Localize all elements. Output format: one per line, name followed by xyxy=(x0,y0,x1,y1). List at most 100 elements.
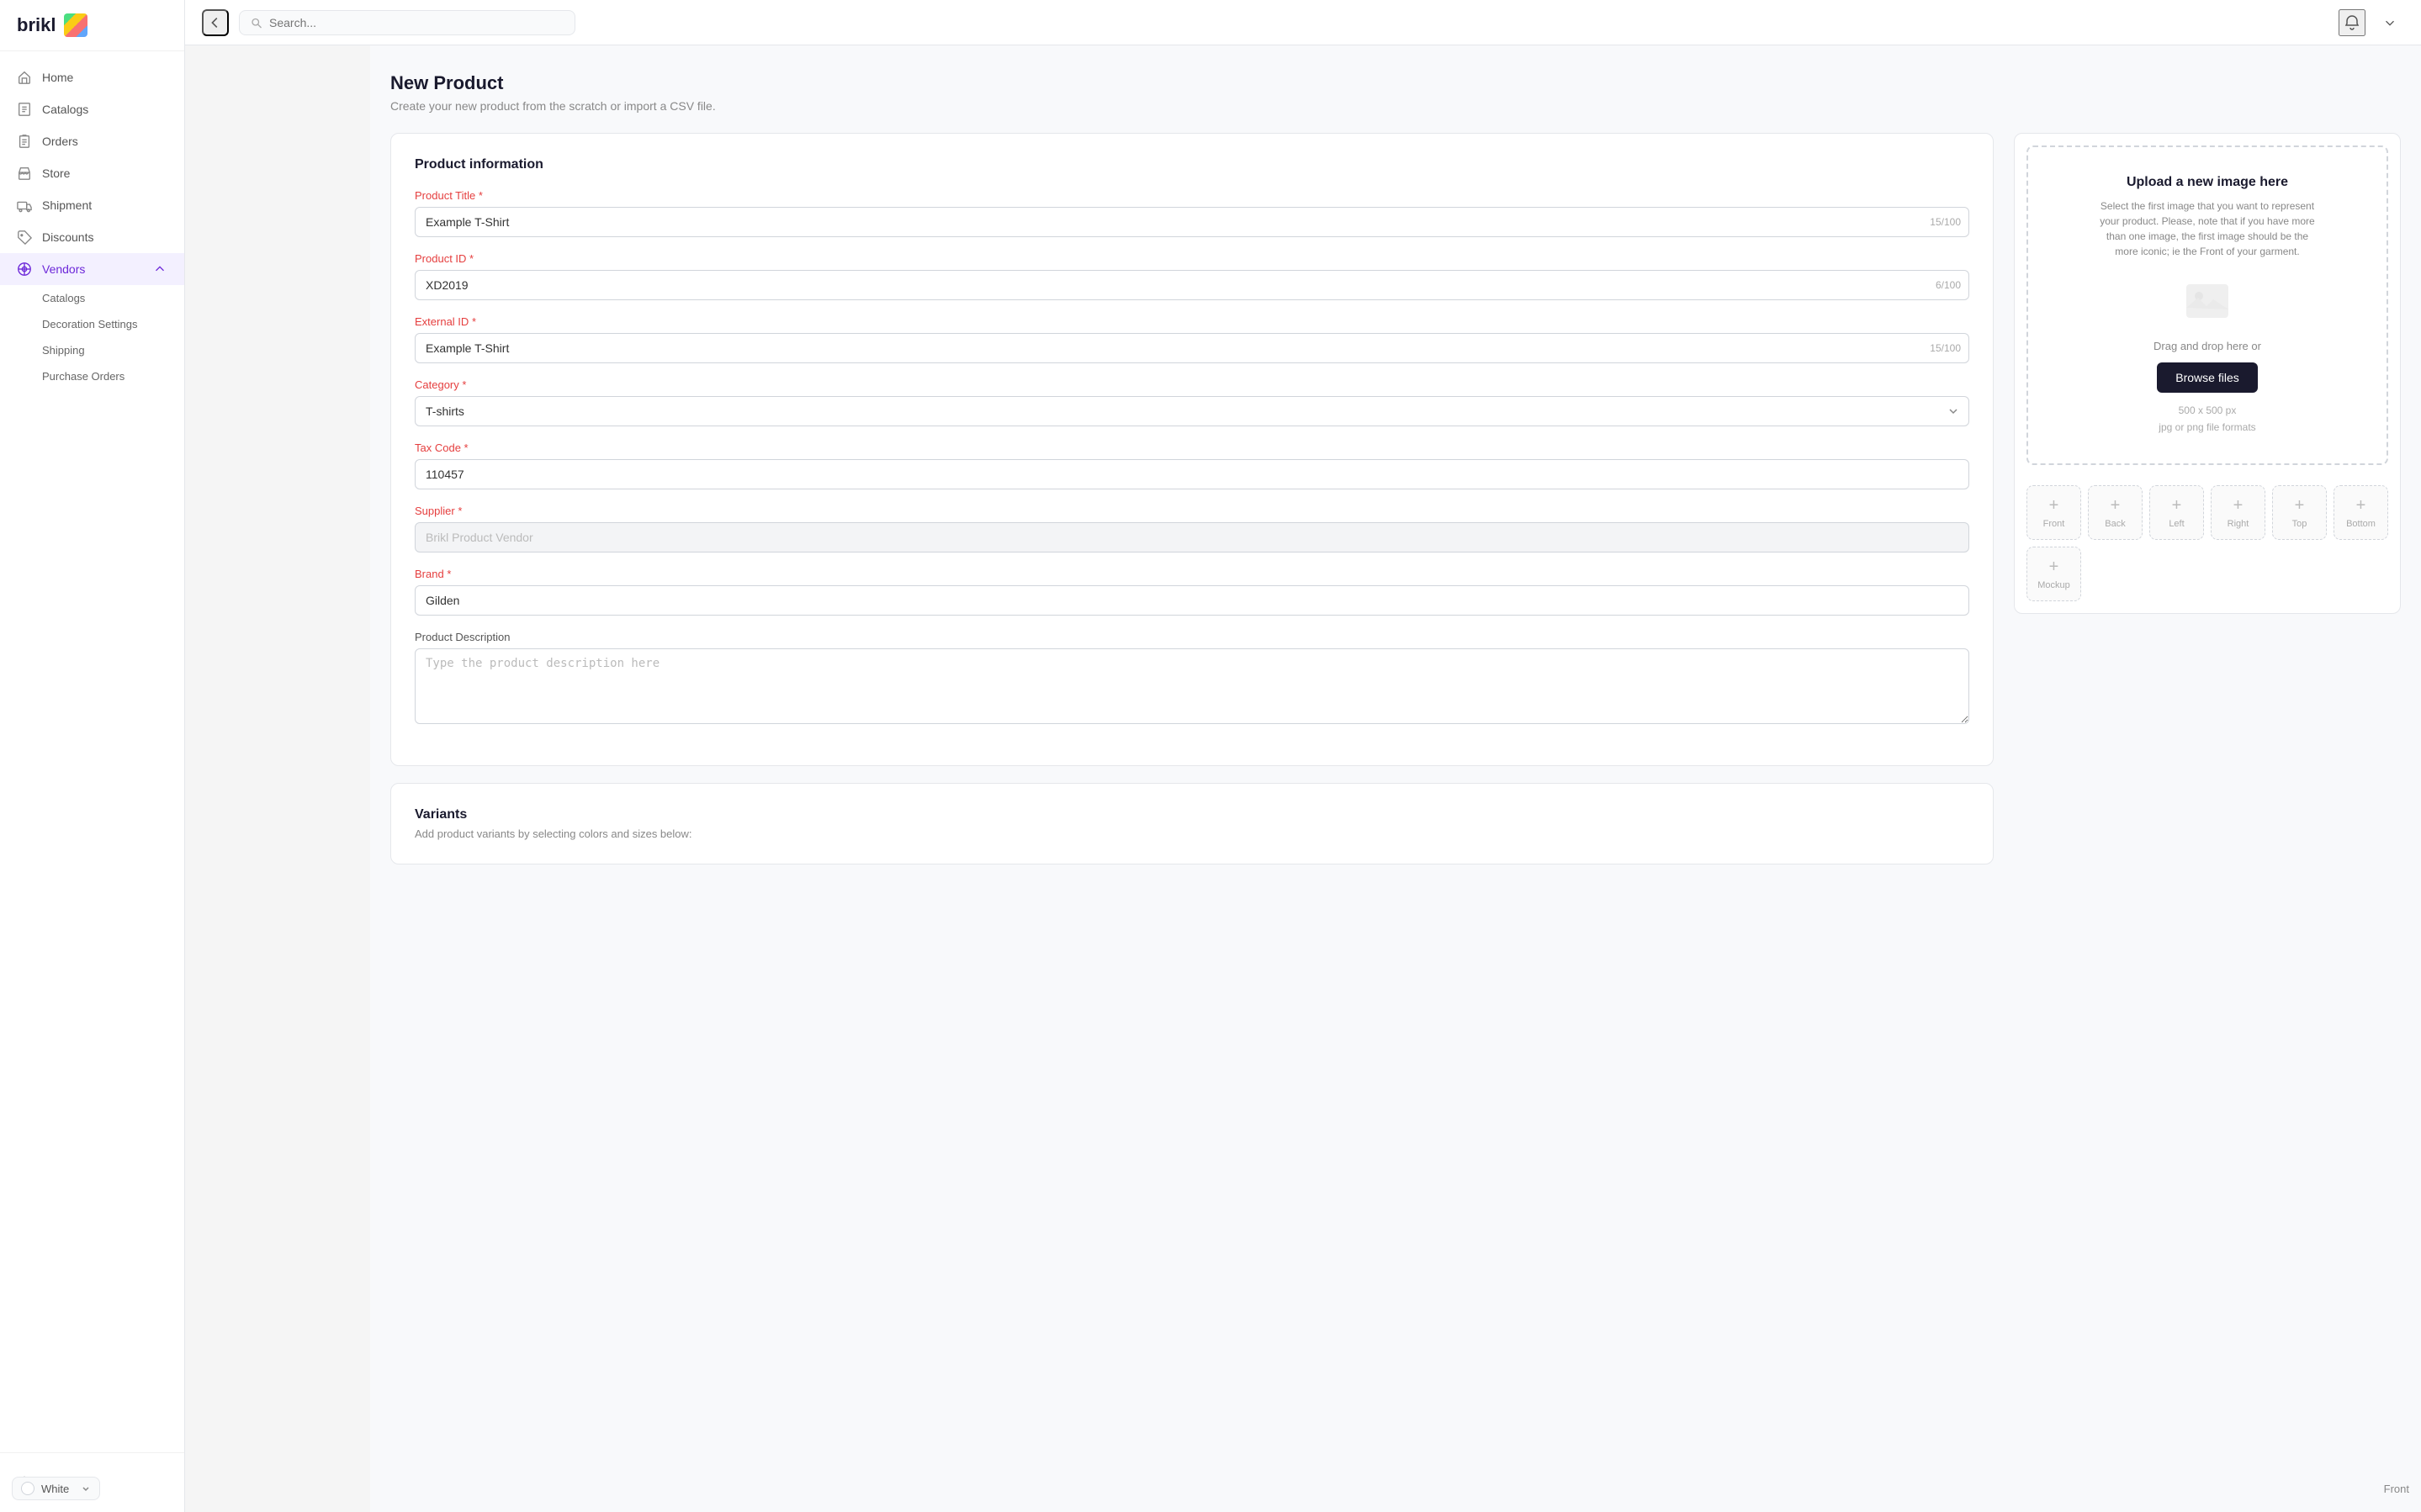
thumb-top[interactable]: + Top xyxy=(2272,485,2327,540)
thumb-back[interactable]: + Back xyxy=(2088,485,2143,540)
left-column: Product information Product Title * 15/1… xyxy=(390,133,1994,864)
sidebar-item-shipment[interactable]: Shipment xyxy=(0,189,184,221)
mockup-row: + Mockup xyxy=(2026,547,2388,601)
supplier-input[interactable] xyxy=(415,522,1969,552)
page-subtitle: Create your new product from the scratch… xyxy=(390,99,2401,113)
thumb-left[interactable]: + Left xyxy=(2149,485,2204,540)
sidebar-item-catalogs-label: Catalogs xyxy=(42,103,88,116)
sidebar-header: brikl xyxy=(0,0,184,51)
page-title: New Product xyxy=(390,72,2401,94)
content-grid: Product information Product Title * 15/1… xyxy=(390,133,2401,864)
thumb-mockup[interactable]: + Mockup xyxy=(2026,547,2081,601)
clipboard-icon xyxy=(17,134,32,149)
external-id-label: External ID * xyxy=(415,315,1969,328)
product-title-wrap: 15/100 xyxy=(415,207,1969,237)
upload-title: Upload a new image here xyxy=(2127,175,2288,190)
store-icon xyxy=(17,166,32,181)
sidebar-item-store-label: Store xyxy=(42,167,70,180)
thumb-top-label: Top xyxy=(2292,519,2307,529)
topbar-right xyxy=(2339,9,2404,36)
arrow-left-icon xyxy=(208,15,223,30)
brand-label: Brand * xyxy=(415,568,1969,580)
chevron-up-icon xyxy=(152,262,167,277)
grid-icon xyxy=(17,262,32,277)
thumb-right-label: Right xyxy=(2228,519,2249,529)
sidebar-item-discounts[interactable]: Discounts xyxy=(0,221,184,253)
product-id-label: Product ID * xyxy=(415,252,1969,265)
upload-area[interactable]: Upload a new image here Select the first… xyxy=(2026,145,2388,465)
description-textarea[interactable] xyxy=(415,648,1969,724)
tax-code-input[interactable] xyxy=(415,459,1969,489)
tax-code-label: Tax Code * xyxy=(415,441,1969,454)
brand-input[interactable] xyxy=(415,585,1969,616)
sub-nav-catalogs[interactable]: Catalogs xyxy=(42,285,184,311)
sidebar-item-home[interactable]: Home xyxy=(0,61,184,93)
sidebar: brikl Home Catalogs Orders Store Shipmen… xyxy=(0,0,185,1512)
image-placeholder-icon xyxy=(2182,276,2233,326)
sidebar-nav: Home Catalogs Orders Store Shipment Disc… xyxy=(0,51,184,1452)
sidebar-item-catalogs[interactable]: Catalogs xyxy=(0,93,184,125)
description-label: Product Description xyxy=(415,631,1969,643)
product-title-label: Product Title * xyxy=(415,189,1969,202)
home-icon xyxy=(17,70,32,85)
tax-code-group: Tax Code * xyxy=(415,441,1969,489)
external-id-input[interactable] xyxy=(415,333,1969,363)
supplier-group: Supplier * xyxy=(415,505,1969,552)
image-upload-card: Upload a new image here Select the first… xyxy=(2014,133,2401,614)
search-bar xyxy=(239,10,575,35)
thumb-right[interactable]: + Right xyxy=(2211,485,2265,540)
notifications-button[interactable] xyxy=(2339,9,2365,36)
product-id-wrap: 6/100 xyxy=(415,270,1969,300)
thumb-mockup-label: Mockup xyxy=(2037,580,2070,590)
sub-nav-purchase-orders[interactable]: Purchase Orders xyxy=(42,363,184,389)
product-id-char-count: 6/100 xyxy=(1936,279,1961,291)
logo-icon xyxy=(64,13,87,37)
book-icon xyxy=(17,102,32,117)
sidebar-item-discounts-label: Discounts xyxy=(42,230,93,244)
brand-group: Brand * xyxy=(415,568,1969,616)
search-icon xyxy=(250,16,262,29)
product-title-input[interactable] xyxy=(415,207,1969,237)
main-content: New Product Create your new product from… xyxy=(370,45,2421,1512)
sidebar-item-home-label: Home xyxy=(42,71,73,84)
back-button[interactable] xyxy=(202,9,229,36)
product-id-input[interactable] xyxy=(415,270,1969,300)
variants-card: Variants Add product variants by selecti… xyxy=(390,783,1994,864)
search-input[interactable] xyxy=(269,16,564,29)
sidebar-item-orders[interactable]: Orders xyxy=(0,125,184,157)
thumbnails-section: + Front + Back + Left + xyxy=(2015,477,2400,613)
sidebar-item-orders-label: Orders xyxy=(42,135,78,148)
user-menu[interactable] xyxy=(2376,12,2404,34)
thumb-bottom-label: Bottom xyxy=(2346,519,2376,529)
upload-hint-format: jpg or png file formats xyxy=(2159,421,2255,433)
external-id-char-count: 15/100 xyxy=(1930,342,1961,354)
thumbnails-grid: + Front + Back + Left + xyxy=(2026,485,2388,540)
external-id-wrap: 15/100 xyxy=(415,333,1969,363)
thumb-front[interactable]: + Front xyxy=(2026,485,2081,540)
sub-nav-decoration-settings[interactable]: Decoration Settings xyxy=(42,311,184,337)
sidebar-item-vendors[interactable]: Vendors xyxy=(0,253,184,285)
truck-icon xyxy=(17,198,32,213)
category-group: Category * T-shirts xyxy=(415,378,1969,426)
description-group: Product Description xyxy=(415,631,1969,727)
sidebar-item-store[interactable]: Store xyxy=(0,157,184,189)
upload-hint: 500 x 500 px jpg or png file formats xyxy=(2159,403,2255,435)
thumb-left-label: Left xyxy=(2169,519,2184,529)
upload-hint-size: 500 x 500 px xyxy=(2179,404,2237,416)
bell-icon xyxy=(2344,14,2360,31)
upload-drag-text: Drag and drop here or xyxy=(2153,340,2261,352)
sidebar-item-shipment-label: Shipment xyxy=(42,198,92,212)
product-title-group: Product Title * 15/100 xyxy=(415,189,1969,237)
product-info-title: Product information xyxy=(415,157,1969,172)
product-id-group: Product ID * 6/100 xyxy=(415,252,1969,300)
external-id-group: External ID * 15/100 xyxy=(415,315,1969,363)
chevron-down-icon xyxy=(2382,15,2397,30)
product-info-card: Product information Product Title * 15/1… xyxy=(390,133,1994,766)
browse-files-button[interactable]: Browse files xyxy=(2157,362,2257,393)
supplier-label: Supplier * xyxy=(415,505,1969,517)
category-select[interactable]: T-shirts xyxy=(415,396,1969,426)
sub-nav-shipping[interactable]: Shipping xyxy=(42,337,184,363)
thumb-bottom[interactable]: + Bottom xyxy=(2334,485,2388,540)
variants-subtitle: Add product variants by selecting colors… xyxy=(415,827,1969,840)
sub-nav: Catalogs Decoration Settings Shipping Pu… xyxy=(0,285,184,389)
